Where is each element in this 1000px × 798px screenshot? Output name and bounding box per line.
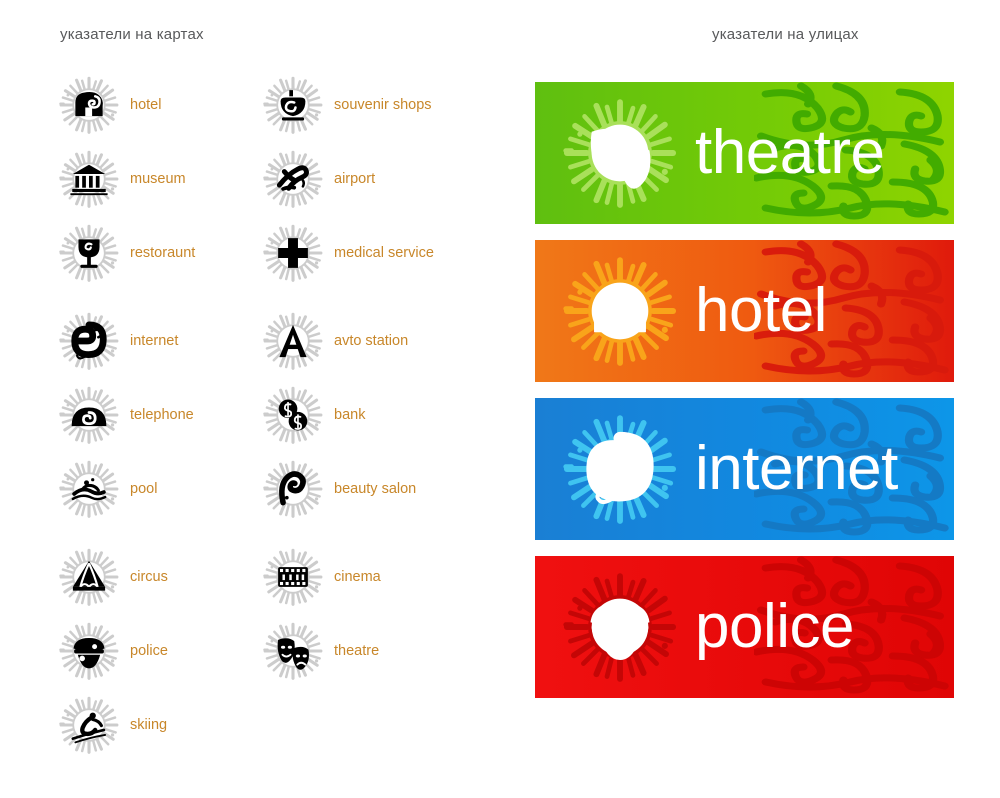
street-sign-hotel[interactable]: hotel [535,240,954,382]
map-marker-label: hotel [130,97,162,113]
theatre-masks-icon [561,94,679,212]
street-sign-label: internet [695,434,898,503]
airplane-icon [262,148,324,210]
map-marker-item-museum[interactable]: museum [58,142,195,216]
street-sign-internet[interactable]: internet [535,398,954,540]
map-marker-item-bank[interactable]: bank [262,378,434,452]
pool-icon [58,458,120,520]
museum-icon [58,148,120,210]
map-marker-item-hotel[interactable]: hotel [58,68,195,142]
telephone-icon [58,384,120,446]
map-marker-item-restoraunt[interactable]: restoraunt [58,216,195,290]
map-marker-label: theatre [334,643,380,659]
map-marker-item-skiing[interactable]: skiing [58,688,195,762]
map-marker-item-avto-station[interactable]: avto station [262,304,434,378]
internet-e-icon [561,410,679,528]
map-marker-item-theatre[interactable]: theatre [262,614,434,688]
map-marker-item-souvenir-shops[interactable]: souvenir shops [262,68,434,142]
letter-a-icon [262,310,324,372]
souvenir-vase-icon [262,74,324,136]
street-sign-police[interactable]: police [535,556,954,698]
internet-e-icon [58,310,120,372]
map-marker-label: skiing [130,717,168,733]
map-marker-label: telephone [130,407,194,423]
map-marker-item-cinema[interactable]: cinema [262,540,434,614]
map-marker-label: airport [334,171,376,187]
map-marker-label: circus [130,569,168,585]
hotel-icon [561,252,679,370]
street-sign-theatre[interactable]: theatre [535,82,954,224]
map-marker-item-beauty-salon[interactable]: beauty salon [262,452,434,526]
map-marker-label: cinema [334,569,381,585]
map-marker-label: bank [334,407,366,423]
map-marker-label: pool [130,481,158,497]
street-sign-label: police [695,592,855,661]
theatre-masks-icon [262,620,324,682]
map-marker-item-internet[interactable]: internet [58,304,195,378]
street-signs-section-title: указатели на улицах [712,26,859,43]
map-marker-item-circus[interactable]: circus [58,540,195,614]
map-marker-label: internet [130,333,179,349]
street-sign-label: theatre [695,118,885,187]
street-sign-banner-list: theatre hotel internet police [535,82,954,714]
map-marker-item-telephone[interactable]: telephone [58,378,195,452]
map-marker-label: museum [130,171,186,187]
police-cap-icon [58,620,120,682]
map-marker-label: police [130,643,168,659]
medical-cross-icon [262,222,324,284]
map-marker-label: avto station [334,333,409,349]
map-marker-label: beauty salon [334,481,417,497]
map-marker-item-police[interactable]: police [58,614,195,688]
map-marker-label: medical service [334,245,434,261]
map-marker-column-1: hotel museum restoraunt internet telephone po… [58,68,195,762]
map-marker-item-medical-service[interactable]: medical service [262,216,434,290]
poster-canvas: указатели на картах указатели на улицах … [0,0,1000,798]
hotel-icon [58,74,120,136]
map-marker-label: restoraunt [130,245,196,261]
police-cap-icon [561,568,679,686]
street-sign-label: hotel [695,276,827,345]
restaurant-icon [58,222,120,284]
map-marker-item-pool[interactable]: pool [58,452,195,526]
map-marker-item-airport[interactable]: airport [262,142,434,216]
dollar-coins-icon [262,384,324,446]
map-marker-label: souvenir shops [334,97,432,113]
circus-tent-icon [58,546,120,608]
film-strip-icon [262,546,324,608]
beauty-curl-icon [262,458,324,520]
map-markers-section-title: указатели на картах [60,26,204,43]
map-marker-column-2: souvenir shops airport medical service avto… [262,68,434,688]
skier-icon [58,694,120,756]
